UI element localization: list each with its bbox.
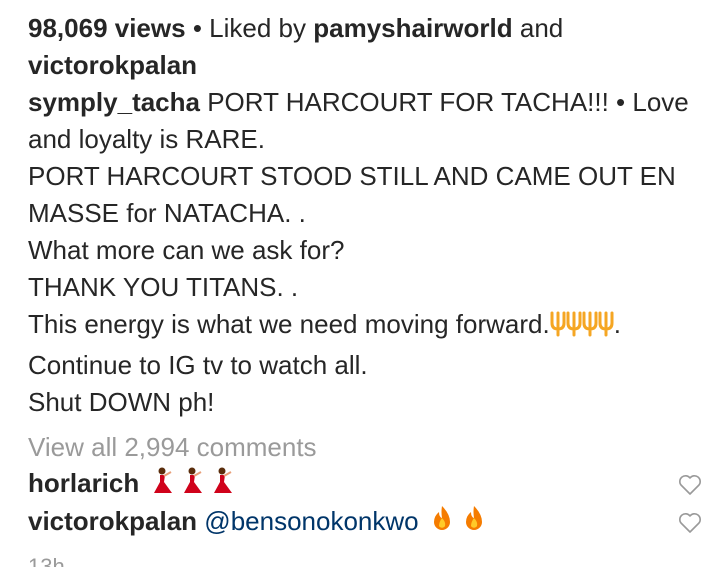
comment-row: horlarich xyxy=(28,466,708,504)
mention-link[interactable]: @bensonokonkwo xyxy=(204,506,418,536)
caption-line: Continue to IG tv to watch all. xyxy=(28,350,368,380)
liked-by-other-link[interactable]: victorokpalan xyxy=(28,50,197,80)
caption-line: This energy is what we need moving forwa… xyxy=(28,309,550,339)
caption-line: Shut DOWN ph! xyxy=(28,387,215,417)
caption-username-link[interactable]: symply_tacha xyxy=(28,87,200,117)
likes-summary: 98,069 views • Liked by pamyshairworld a… xyxy=(28,10,708,84)
dancer-icon xyxy=(150,466,238,506)
caption-line: PORT HARCOURT STOOD STILL AND CAME OUT E… xyxy=(28,161,676,191)
caption-line: and loyalty is RARE. xyxy=(28,124,265,154)
liked-by-prefix: Liked by xyxy=(209,13,306,43)
and-text: and xyxy=(519,13,564,43)
caption-line-suffix: . xyxy=(613,309,621,339)
like-comment-heart-icon[interactable] xyxy=(676,471,704,499)
view-count[interactable]: 98,069 views xyxy=(28,13,186,43)
caption-line: THANK YOU TITANS. . xyxy=(28,272,299,302)
view-all-comments-link[interactable]: View all 2,994 comments xyxy=(28,429,708,466)
post-details: 98,069 views • Liked by pamyshairworld a… xyxy=(28,10,708,542)
liked-by-user-link[interactable]: pamyshairworld xyxy=(313,13,512,43)
caption-line: What more can we ask for? xyxy=(28,235,345,265)
comment-username-link[interactable]: victorokpalan xyxy=(28,506,197,536)
separator-dot: • xyxy=(192,13,202,43)
like-comment-heart-icon[interactable] xyxy=(676,509,704,537)
fire-icon xyxy=(430,504,490,544)
trident-icon xyxy=(550,309,582,347)
caption-line: MASSE for NATACHA. . xyxy=(28,198,306,228)
trident-icon xyxy=(582,309,614,347)
timestamp: 13h xyxy=(28,558,68,567)
comment-username-link[interactable]: horlarich xyxy=(28,468,139,498)
comment-row: victorokpalan @bensonokonkwo xyxy=(28,504,708,542)
caption: symply_tacha PORT HARCOURT FOR TACHA!!! … xyxy=(28,84,708,421)
caption-line: PORT HARCOURT FOR TACHA!!! • Love xyxy=(207,87,689,117)
